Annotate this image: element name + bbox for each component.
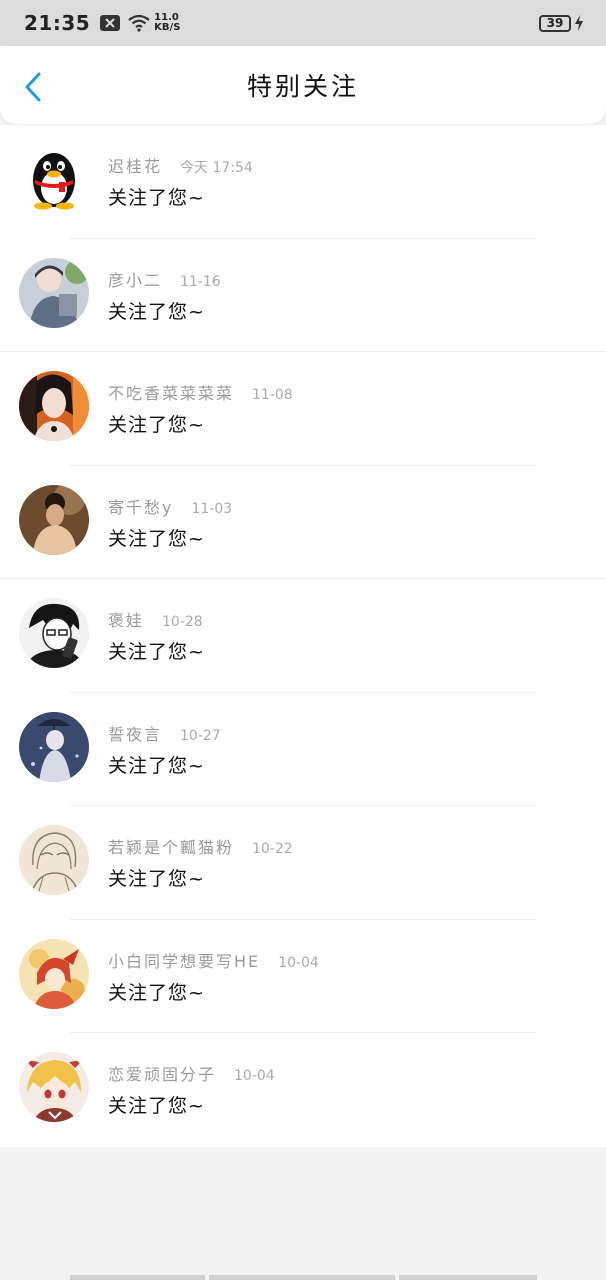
status-bar: 21:35 11.0 KB/S 39 [0,0,606,46]
avatar [19,711,89,782]
battery-icon: 39 [539,14,571,32]
avatar [19,1052,89,1122]
list-item[interactable]: 若颖是个瓤猫粉 10-22 关注了您~ [0,806,606,920]
follow-time: 11-03 [191,500,233,517]
follow-time: 10-27 [180,727,221,744]
list-item[interactable]: 彦小二 11-16 关注了您~ [0,239,606,352]
user-name: 小白同学想要写HE [108,951,261,971]
avatar [19,371,89,441]
follow-message: 关注了您~ [108,1095,205,1117]
user-name: 恋爱顽固分子 [108,1065,217,1084]
follow-message: 关注了您~ [108,187,205,209]
follow-time: 11-16 [180,273,221,290]
user-name: 若颖是个瓤猫粉 [108,838,235,857]
follow-message: 关注了您~ [108,527,205,550]
list-item[interactable]: 迟桂花 今天 17:54 关注了您~ [0,125,606,239]
user-name: 不吃香菜菜菜菜 [108,384,235,403]
follow-time: 10-28 [162,614,203,630]
avatar [19,598,89,668]
list-item[interactable]: 恋爱顽固分子 10-04 关注了您~ [0,1033,606,1147]
page-title: 特别关注 [246,72,359,101]
qq-penguin-icon [19,144,89,214]
network-speed: 11.0 KB/S [154,13,180,33]
avatar [19,484,89,555]
battery-level: 39 [546,16,564,30]
list-item[interactable]: 誓夜言 10-27 关注了您~ [0,693,606,806]
follow-time: 今天 17:54 [180,160,253,176]
avatar [19,825,89,895]
list-item[interactable]: 小白同学想要写HE 10-04 关注了您~ [0,920,606,1033]
follow-message: 关注了您~ [108,414,205,436]
nav-hint-center [209,1275,395,1280]
user-name: 寄千愁y [108,497,174,517]
notification-icon [100,15,121,31]
charging-icon [575,15,583,31]
nav-hint-left [70,1275,205,1280]
user-name: 誓夜言 [108,724,163,744]
back-button[interactable] [18,70,48,104]
follow-list: 迟桂花 今天 17:54 关注了您~ 彦小二 11-16 关注了您~ 不吃香菜菜… [0,125,606,1147]
chevron-left-icon [25,72,41,102]
list-item[interactable]: 褒娃 10-28 关注了您~ [0,579,606,693]
follow-time: 11-08 [252,387,293,403]
header: 特别关注 [0,46,606,124]
follow-message: 关注了您~ [108,300,205,323]
follow-time: 10-22 [252,841,293,857]
list-item[interactable]: 寄千愁y 11-03 关注了您~ [0,466,606,579]
user-name: 迟桂花 [108,157,163,176]
follow-message: 关注了您~ [108,981,205,1004]
nav-hint-right [399,1275,537,1280]
list-item[interactable]: 不吃香菜菜菜菜 11-08 关注了您~ [0,352,606,466]
avatar [19,938,89,1009]
speed-unit: KB/S [154,22,181,33]
wifi-icon [128,14,150,32]
user-name: 彦小二 [108,270,163,290]
user-name: 褒娃 [108,611,145,630]
status-time: 21:35 [24,11,91,35]
follow-time: 10-04 [234,1068,275,1084]
follow-message: 关注了您~ [108,641,205,663]
avatar [19,257,89,328]
follow-message: 关注了您~ [108,868,205,890]
follow-time: 10-04 [278,954,319,971]
follow-message: 关注了您~ [108,754,205,777]
